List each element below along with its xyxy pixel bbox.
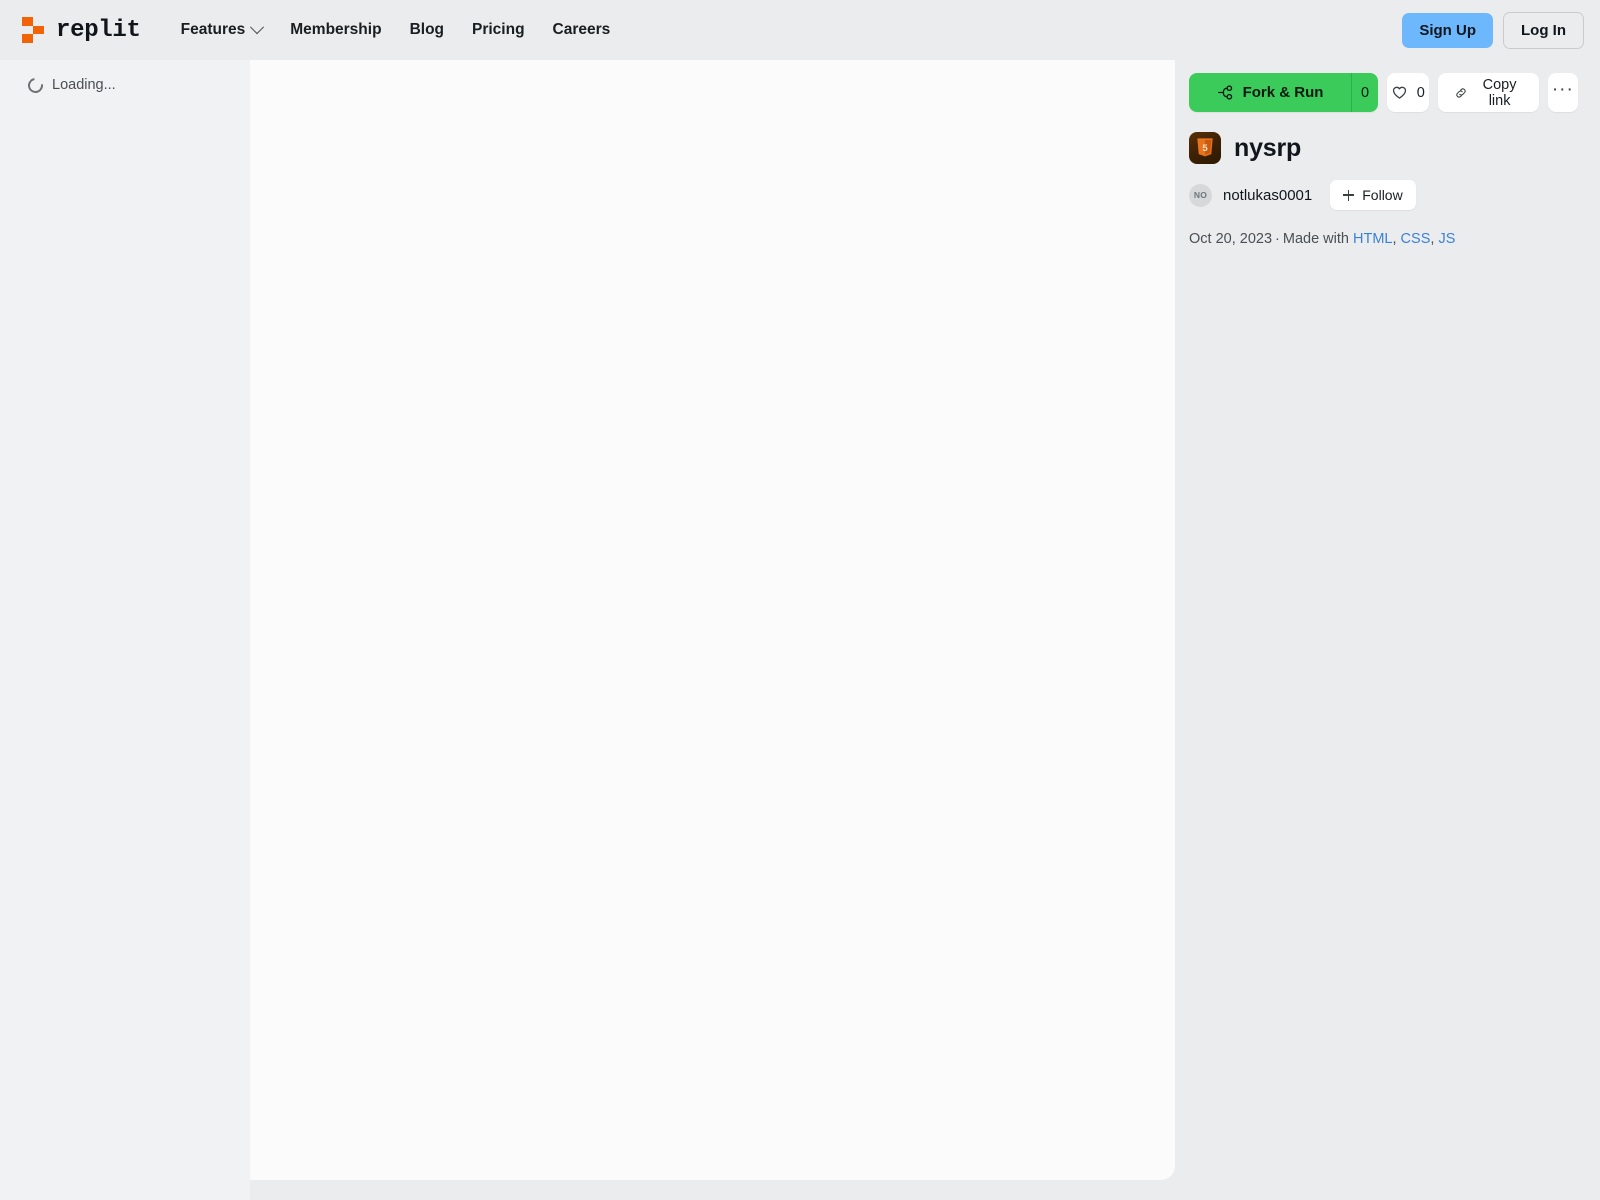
link-icon: [1455, 87, 1466, 98]
copy-link-button[interactable]: Copy link: [1437, 73, 1539, 112]
heart-icon: [1392, 86, 1406, 99]
language-link-js[interactable]: JS: [1438, 231, 1455, 247]
follow-button[interactable]: Follow: [1330, 180, 1416, 210]
auth-buttons: Sign Up Log In: [1402, 11, 1584, 49]
nav-item-blog[interactable]: Blog: [396, 13, 458, 47]
repl-metadata: Oct 20, 2023 · Made with HTML, CSS, JS: [1189, 210, 1578, 249]
left-sidebar: Loading...: [0, 60, 250, 1200]
repl-action-toolbar: Fork & Run 0 0 Copy link ···: [1189, 60, 1578, 112]
fork-and-run-group: Fork & Run 0: [1189, 73, 1378, 112]
metadata-separator: ·: [1275, 231, 1280, 247]
nav-item-features[interactable]: Features: [167, 13, 277, 47]
author-name[interactable]: notlukas0001: [1223, 187, 1312, 204]
fork-and-run-button[interactable]: Fork & Run: [1189, 73, 1351, 112]
fork-and-run-label: Fork & Run: [1242, 84, 1324, 101]
chevron-down-icon: [250, 20, 265, 35]
repl-details-panel: Fork & Run 0 0 Copy link ··· 5 nysrp NO …: [1175, 60, 1600, 1200]
sign-up-button[interactable]: Sign Up: [1402, 12, 1493, 48]
made-with-label: Made with: [1282, 231, 1349, 247]
top-navigation-bar: replit Features Membership Blog Pricing …: [0, 0, 1600, 60]
plus-icon: [1343, 189, 1355, 201]
repl-title-row: 5 nysrp: [1189, 112, 1578, 164]
like-count: 0: [1416, 84, 1425, 101]
language-link-html[interactable]: HTML: [1353, 231, 1392, 247]
repl-date: Oct 20, 2023: [1189, 231, 1273, 247]
log-in-button[interactable]: Log In: [1503, 11, 1584, 49]
replit-wordmark: replit: [56, 16, 141, 44]
repl-preview-panel[interactable]: [250, 60, 1175, 1180]
nav-item-careers[interactable]: Careers: [539, 13, 625, 47]
nav-item-features-label: Features: [180, 21, 246, 38]
nav-item-pricing[interactable]: Pricing: [458, 13, 539, 47]
fork-count-badge[interactable]: 0: [1351, 73, 1378, 112]
sidebar-loading-label: Loading...: [52, 77, 116, 93]
nav-item-membership[interactable]: Membership: [276, 13, 395, 47]
lang-comma-1: ,: [1392, 231, 1397, 247]
follow-button-label: Follow: [1362, 187, 1403, 203]
more-options-button[interactable]: ···: [1547, 73, 1578, 112]
html5-icon: 5: [1189, 132, 1221, 164]
lang-comma-2: ,: [1430, 231, 1435, 247]
spinner-icon: [25, 74, 46, 96]
replit-logo-link[interactable]: replit: [22, 17, 141, 44]
page-stage: Loading... Fork & Run 0 0 Copy link ··· …: [0, 60, 1600, 1200]
author-avatar[interactable]: NO: [1189, 183, 1212, 207]
svg-text:5: 5: [1202, 143, 1208, 154]
primary-nav-links: Features Membership Blog Pricing Careers: [167, 13, 625, 47]
repl-author-row: NO notlukas0001 Follow: [1189, 164, 1578, 210]
copy-link-label: Copy link: [1482, 76, 1517, 109]
fork-icon: [1217, 85, 1232, 100]
language-link-css[interactable]: CSS: [1401, 231, 1431, 247]
repl-title: nysrp: [1234, 133, 1302, 162]
replit-logo-icon: [22, 17, 46, 43]
sidebar-loading-status: Loading...: [0, 60, 250, 96]
html5-shield-icon: 5: [1197, 138, 1213, 157]
like-button[interactable]: 0: [1387, 73, 1429, 112]
